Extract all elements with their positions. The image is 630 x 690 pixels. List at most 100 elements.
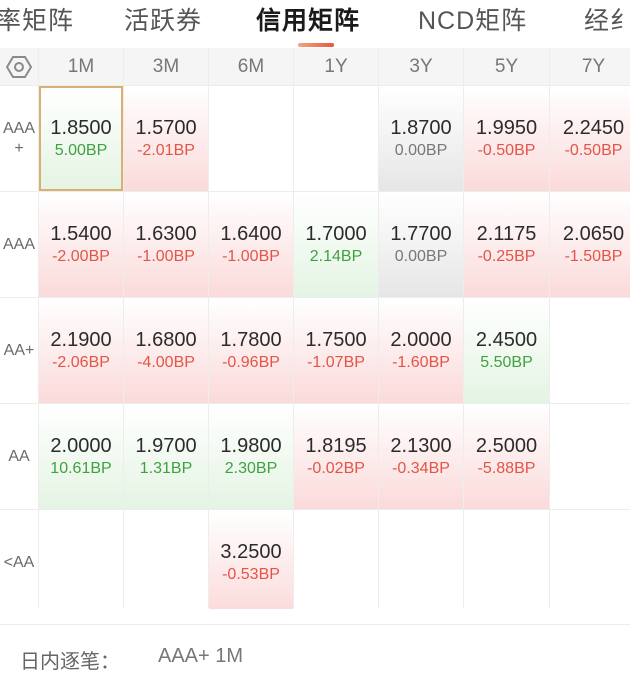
matrix-cell[interactable]: 2.1175 -0.25BP [464, 192, 549, 297]
yield-value: 2.5000 [475, 434, 538, 457]
yield-value: 1.6400 [220, 222, 282, 245]
yield-value: 1.6800 [135, 328, 197, 351]
matrix-cell[interactable] [379, 510, 463, 615]
matrix-cell[interactable]: 1.8500 5.00BP [39, 86, 123, 191]
tab-more[interactable]: 经纟 [584, 0, 630, 42]
yield-value: 3.2500 [220, 540, 282, 563]
matrix-cell[interactable] [550, 510, 630, 615]
yield-value: 2.2450 [562, 116, 625, 139]
credit-matrix-grid: 1M 3M 6M 1Y 3Y 5Y 7Y AAA +1.8500 5.00BP 1.… [0, 48, 630, 615]
matrix-cell[interactable]: 1.9700 1.31BP [124, 404, 208, 509]
column-header-7y[interactable]: 7Y [550, 48, 630, 85]
column-header-1m[interactable]: 1M [39, 48, 123, 85]
bp-change: -0.50BP [564, 141, 623, 159]
matrix-cell[interactable]: 1.9950 -0.50BP [464, 86, 549, 191]
bp-change: -1.50BP [564, 247, 623, 265]
matrix-cell[interactable]: 1.7500 -1.07BP [294, 298, 378, 403]
matrix-cell[interactable] [124, 510, 208, 615]
hexagon-gear-icon [6, 55, 32, 78]
bp-change: -2.01BP [137, 141, 195, 159]
column-header-1y[interactable]: 1Y [294, 48, 378, 85]
yield-value: 1.8700 [390, 116, 452, 139]
matrix-cell[interactable]: 1.7700 0.00BP [379, 192, 463, 297]
matrix-cell[interactable]: 1.8195 -0.02BP [294, 404, 378, 509]
matrix-cell[interactable]: 1.7800 -0.96BP [209, 298, 293, 403]
bp-change: 2.30BP [224, 459, 278, 477]
column-header-3y[interactable]: 3Y [379, 48, 463, 85]
yield-value: 1.9800 [220, 434, 282, 457]
intraday-trades-selection: AAA+ 1M [158, 645, 244, 667]
yield-value: 1.7700 [390, 222, 452, 245]
yield-value: 2.0000 [390, 328, 452, 351]
matrix-cell[interactable]: 2.0000 10.61BP [39, 404, 123, 509]
matrix-cell[interactable]: 2.5000 -5.88BP [464, 404, 549, 509]
yield-value: 1.7800 [220, 328, 282, 351]
column-header-6m[interactable]: 6M [209, 48, 293, 85]
tab-rate-matrix[interactable]: 率矩阵 [0, 0, 74, 42]
bp-change: -0.02BP [307, 459, 365, 477]
yield-value: 2.1900 [50, 328, 112, 351]
matrix-cell[interactable] [294, 86, 378, 191]
row-label: AAA [0, 192, 38, 297]
yield-value: 1.7000 [305, 222, 367, 245]
yield-value: 2.0000 [50, 434, 112, 457]
bp-change: 0.00BP [394, 247, 448, 265]
bp-change: 10.61BP [50, 459, 112, 477]
yield-value: 1.8195 [305, 434, 367, 457]
yield-value: 1.8500 [50, 116, 112, 139]
intraday-footer: 日内逐笔： AAA+ 1M [0, 609, 630, 690]
matrix-cell[interactable] [209, 86, 293, 191]
matrix-cell[interactable] [294, 510, 378, 615]
row-label: AA [0, 404, 38, 509]
matrix-cell[interactable] [39, 510, 123, 615]
yield-value: 1.9950 [475, 116, 538, 139]
settings-button[interactable] [0, 48, 38, 85]
tab-credit-matrix[interactable]: 信用矩阵 [256, 0, 360, 42]
matrix-cell[interactable]: 2.4500 5.50BP [464, 298, 549, 403]
matrix-cell[interactable]: 1.8700 0.00BP [379, 86, 463, 191]
bp-change: -4.00BP [137, 353, 195, 371]
bp-change: -0.25BP [477, 247, 536, 265]
column-header-3m[interactable]: 3M [124, 48, 208, 85]
tab-active-bonds[interactable]: 活跃券 [124, 0, 202, 42]
matrix-cell[interactable] [464, 510, 549, 615]
bp-change: -1.00BP [222, 247, 280, 265]
bp-change: 2.14BP [309, 247, 363, 265]
matrix-cell[interactable]: 2.2450 -0.50BP [550, 86, 630, 191]
matrix-cell[interactable]: 2.0650 -1.50BP [550, 192, 630, 297]
bp-change: -0.53BP [222, 565, 280, 583]
matrix-cell[interactable]: 1.6300 -1.00BP [124, 192, 208, 297]
bp-change: -5.88BP [477, 459, 536, 477]
yield-value: 2.0650 [562, 222, 625, 245]
tab-ncd-matrix[interactable]: NCD矩阵 [418, 0, 527, 42]
tab-bar: 率矩阵 活跃券 信用矩阵 NCD矩阵 经纟 [0, 0, 630, 48]
matrix-cell[interactable]: 3.2500 -0.53BP [209, 510, 293, 615]
row-label: <AA [0, 510, 38, 615]
yield-value: 1.7500 [305, 328, 367, 351]
bp-change: -0.50BP [477, 141, 536, 159]
yield-value: 2.4500 [475, 328, 538, 351]
matrix-cell[interactable]: 2.1300 -0.34BP [379, 404, 463, 509]
bp-change: 1.31BP [139, 459, 193, 477]
bp-change: -2.00BP [52, 247, 110, 265]
matrix-cell[interactable]: 2.1900 -2.06BP [39, 298, 123, 403]
footer-divider [0, 624, 630, 625]
column-header-5y[interactable]: 5Y [464, 48, 549, 85]
matrix-cell[interactable]: 1.5400 -2.00BP [39, 192, 123, 297]
matrix-cell[interactable]: 2.0000 -1.60BP [379, 298, 463, 403]
yield-value: 1.5400 [50, 222, 112, 245]
bp-change: 5.00BP [54, 141, 108, 159]
yield-value: 1.6300 [135, 222, 197, 245]
matrix-cell[interactable]: 1.6400 -1.00BP [209, 192, 293, 297]
row-label: AA+ [0, 298, 38, 403]
matrix-cell[interactable]: 1.9800 2.30BP [209, 404, 293, 509]
matrix-cell[interactable] [550, 404, 630, 509]
bp-change: 0.00BP [394, 141, 448, 159]
yield-value: 1.5700 [135, 116, 197, 139]
matrix-cell[interactable]: 1.5700 -2.01BP [124, 86, 208, 191]
matrix-cell[interactable]: 1.7000 2.14BP [294, 192, 378, 297]
row-label: AAA + [0, 86, 38, 191]
matrix-cell[interactable]: 1.6800 -4.00BP [124, 298, 208, 403]
matrix-cell[interactable] [550, 298, 630, 403]
intraday-trades-label: 日内逐笔： [20, 651, 120, 673]
